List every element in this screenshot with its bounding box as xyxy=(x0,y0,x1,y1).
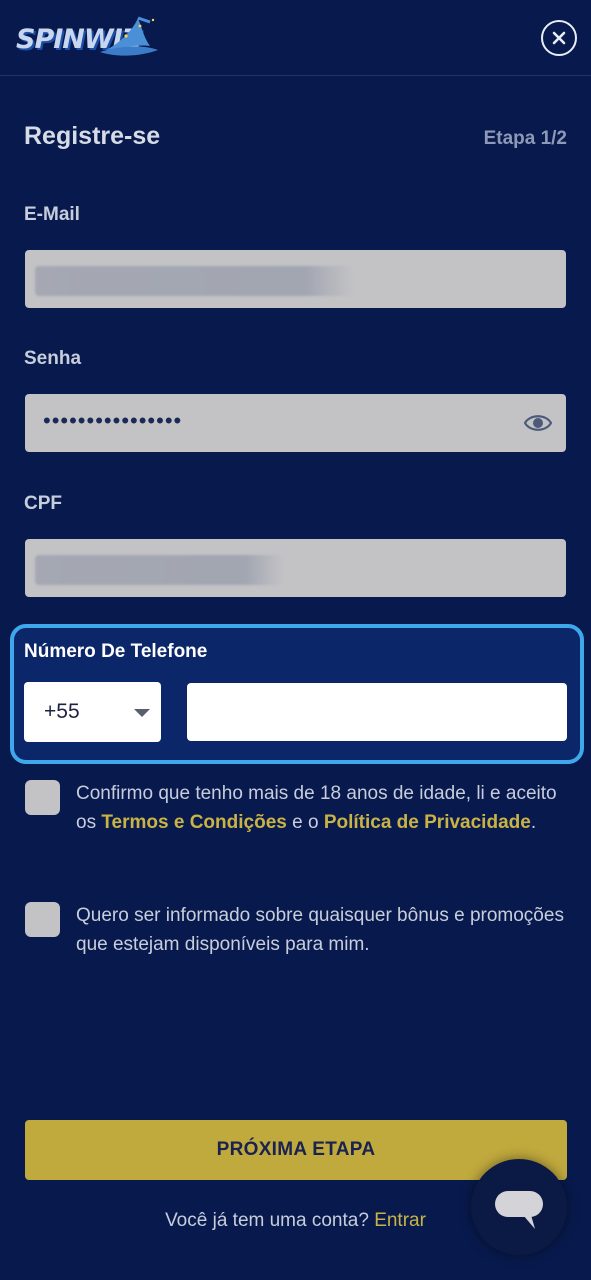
login-prompt-text: Você já tem uma conta? xyxy=(165,1210,369,1231)
step-indicator: Etapa 1/2 xyxy=(483,128,567,149)
cpf-label: CPF xyxy=(24,493,62,514)
promo-consent-checkbox[interactable] xyxy=(25,902,60,937)
cpf-redacted-value xyxy=(35,555,283,585)
eye-icon[interactable] xyxy=(524,411,552,435)
phone-number-group: Número De Telefone +55 xyxy=(10,624,584,764)
email-redacted-value xyxy=(35,266,353,296)
promo-consent-text: Quero ser informado sobre quaisquer bônu… xyxy=(76,905,564,955)
phone-input[interactable] xyxy=(187,683,567,741)
email-label: E-Mail xyxy=(24,204,80,225)
close-icon xyxy=(552,31,566,45)
page-title: Registre-se xyxy=(24,122,161,150)
wizard-hat-icon xyxy=(100,16,158,56)
country-code-value: +55 xyxy=(44,700,80,723)
chevron-down-icon xyxy=(134,709,150,717)
terms-link[interactable]: Termos e Condições xyxy=(101,812,286,833)
age-consent-text-after: . xyxy=(530,812,537,833)
age-consent-text-middle: e o xyxy=(286,812,324,833)
chat-button[interactable] xyxy=(471,1159,567,1255)
country-code-select[interactable]: +55 xyxy=(24,682,161,742)
login-link[interactable]: Entrar xyxy=(374,1210,426,1231)
privacy-link[interactable]: Política de Privacidade xyxy=(324,812,531,833)
cpf-field[interactable] xyxy=(25,539,566,597)
phone-label: Número De Telefone xyxy=(24,641,208,662)
password-label: Senha xyxy=(24,348,82,369)
age-consent-text: Confirmo que tenho mais de 18 anos de id… xyxy=(76,779,576,837)
chat-bubble-icon xyxy=(495,1191,543,1229)
close-button[interactable] xyxy=(541,20,577,56)
spinwiz-logo[interactable]: SPINWIZ xyxy=(14,14,160,64)
email-field[interactable] xyxy=(25,250,566,308)
header: SPINWIZ xyxy=(0,0,591,76)
age-consent-checkbox[interactable] xyxy=(25,780,60,815)
password-value: •••••••••••••••• xyxy=(43,408,183,433)
password-field[interactable]: •••••••••••••••• xyxy=(25,394,566,452)
